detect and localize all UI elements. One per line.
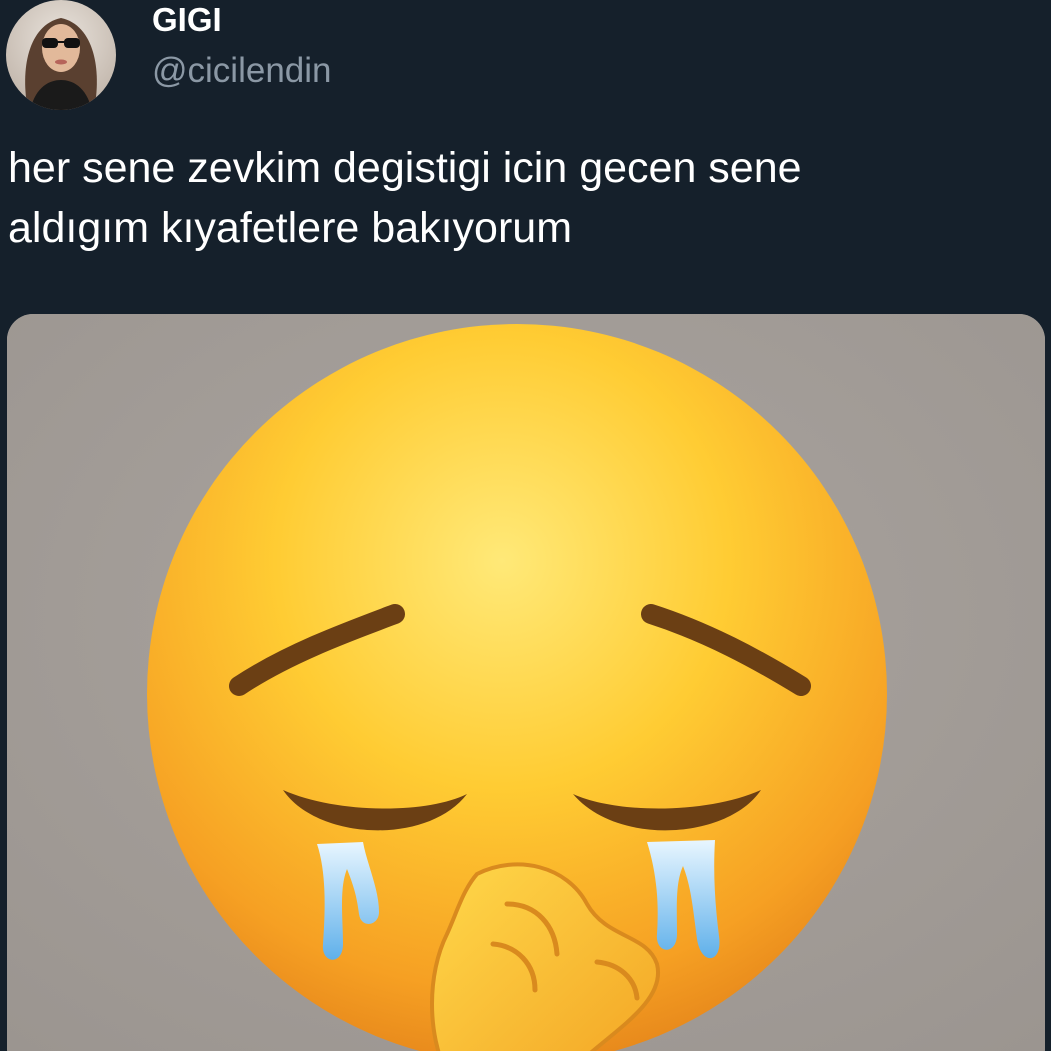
crying-face-emoji-icon: [7, 314, 1045, 1051]
avatar[interactable]: [6, 0, 116, 110]
tweet-card: GIGI @cicilendin her sene zevkim degisti…: [0, 0, 1051, 1051]
tweet-media[interactable]: [7, 314, 1045, 1051]
avatar-photo-icon: [6, 0, 116, 110]
user-handle[interactable]: @cicilendin: [152, 52, 332, 90]
tweet-text: her sene zevkim degistigi icin gecen sen…: [8, 144, 802, 252]
display-name[interactable]: GIGI: [152, 2, 222, 38]
